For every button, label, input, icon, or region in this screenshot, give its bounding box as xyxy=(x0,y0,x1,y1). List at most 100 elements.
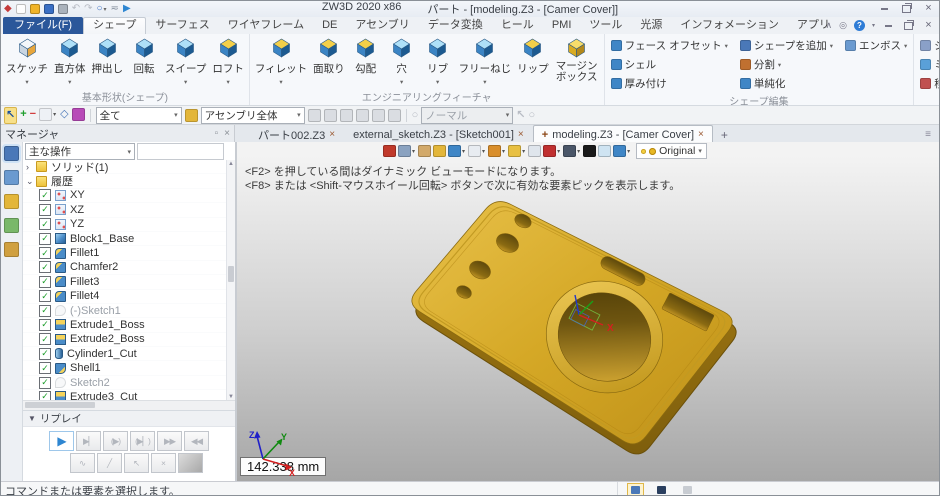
settings-gear-icon[interactable]: ◎ xyxy=(839,21,847,30)
sweep-button[interactable]: スイープ ▾ xyxy=(162,35,209,87)
tree-item[interactable]: ✓ Extrude1_Boss xyxy=(23,318,226,332)
tree-item[interactable]: ✓ YZ xyxy=(23,218,226,232)
replay-play-button[interactable]: ▶ xyxy=(49,431,74,451)
close-button[interactable]: × xyxy=(922,3,935,14)
run-icon[interactable]: ▶ ▾ xyxy=(123,3,131,15)
visual-manager-icon[interactable] xyxy=(4,218,19,233)
add-pick-icon[interactable]: + ▾ xyxy=(20,107,26,122)
tree-item[interactable]: ✓ Cylinder1_Cut xyxy=(23,347,226,361)
tree-checkbox[interactable]: ✓ xyxy=(39,204,51,216)
polygon-pick-icon[interactable]: ◇ ▾ xyxy=(60,107,68,122)
menu-tab-shape[interactable]: シェープ xyxy=(83,17,146,34)
new-tab-button[interactable]: + xyxy=(713,128,736,142)
tree-item[interactable]: ✓ Sketch2 xyxy=(23,376,226,390)
menu-tab-file[interactable]: ファイル(F) xyxy=(3,17,83,34)
viewport[interactable]: ▾ ▾ ▾ ▾ xyxy=(237,142,940,481)
margin-box-button[interactable]: マージン ボックス ▾ xyxy=(552,35,602,84)
replay-pick-button[interactable]: ↖ xyxy=(124,453,149,473)
menu-tab-assembly[interactable]: アセンブリ xyxy=(346,17,418,34)
tree-checkbox[interactable]: ✓ xyxy=(39,305,51,317)
pick-region-icon[interactable]: ▾ xyxy=(39,107,57,122)
doc-restore-button[interactable] xyxy=(902,20,915,31)
help-icon[interactable]: ? xyxy=(854,20,865,31)
tree-item[interactable]: ✓ Fillet4 xyxy=(23,290,226,304)
doc-minimize-button[interactable] xyxy=(882,20,895,31)
add-shape-button[interactable]: シェープを追加 ▾ xyxy=(740,38,833,53)
scrollbar-thumb[interactable] xyxy=(228,266,234,282)
thicken-button[interactable]: 厚み付け ▾ xyxy=(611,76,728,91)
thread-button[interactable]: フリーねじ ▾ xyxy=(456,35,515,87)
revolve-button[interactable]: 回転 ▾ xyxy=(126,35,162,77)
menu-tab-heal[interactable]: ヒール xyxy=(492,17,543,34)
menu-tab-information[interactable]: インフォメーション xyxy=(671,17,787,34)
replay-step-to-button[interactable]: (▶▏) xyxy=(130,431,155,451)
tree-checkbox[interactable]: ✓ xyxy=(39,189,51,201)
help-caret-icon[interactable]: ▾ xyxy=(872,23,875,29)
save-icon[interactable]: ▾ xyxy=(44,3,54,15)
extrude-button[interactable]: 押出し ▾ xyxy=(89,35,127,77)
tab-close-icon[interactable]: × xyxy=(698,129,704,140)
assembly-scope-icon[interactable] xyxy=(185,108,198,123)
menu-tab-tools[interactable]: ツール xyxy=(580,17,631,34)
tree-checkbox[interactable]: ✓ xyxy=(39,247,51,259)
simplify-button[interactable]: 単純化 ▾ xyxy=(740,76,833,91)
model-3d[interactable]: X xyxy=(237,142,940,481)
replay-link-button[interactable]: ∿ xyxy=(70,453,95,473)
pick-filter-combo[interactable]: 全て▾ xyxy=(96,107,182,124)
redo-icon[interactable]: ↷ ▾ xyxy=(84,3,92,15)
manager-close-button[interactable]: × xyxy=(224,129,230,139)
circle-disabled-icon[interactable] xyxy=(308,108,321,123)
tab-close-icon[interactable]: × xyxy=(329,129,335,140)
tree-item[interactable]: ✓ XZ xyxy=(23,203,226,217)
divide-button[interactable]: 分割 ▾ xyxy=(740,57,833,72)
replay-forward-button[interactable]: ▶▶ xyxy=(157,431,182,451)
filter-chart-icon[interactable]: ▾ xyxy=(72,107,85,122)
ruler-panel-icon[interactable] xyxy=(627,483,644,496)
doc-tab-part002[interactable]: パート002.Z3 × xyxy=(249,125,344,142)
inst-state-icon-1[interactable] xyxy=(340,108,353,123)
shell-button[interactable]: シェル ▾ xyxy=(611,57,728,72)
tree-horizontal-scrollbar[interactable] xyxy=(23,400,235,410)
user-manager-icon[interactable] xyxy=(4,242,19,257)
menu-tab-pmi[interactable]: PMI xyxy=(543,17,581,34)
tree-item[interactable]: ✓ Extrude2_Boss xyxy=(23,333,226,347)
doc-tab-external-sketch[interactable]: external_sketch.Z3 - [Sketch001] × xyxy=(344,125,533,142)
inst-state-icon-3[interactable] xyxy=(372,108,385,123)
menu-tab-de[interactable]: DE xyxy=(313,17,346,34)
menu-tab-surface[interactable]: サーフェス xyxy=(146,17,218,34)
tree-item[interactable]: ✓ Fillet1 xyxy=(23,246,226,260)
menu-tab-data-exchange[interactable]: データ変換 xyxy=(419,17,492,34)
menu-tab-light[interactable]: 光源 xyxy=(631,17,671,34)
manager-pin-button[interactable]: ▫ xyxy=(215,129,219,139)
scrollbar-thumb[interactable] xyxy=(25,402,95,408)
tree-checkbox[interactable]: ✓ xyxy=(39,319,51,331)
replay-header[interactable]: ▼ リプレイ xyxy=(23,410,235,427)
view-manager-icon[interactable] xyxy=(4,194,19,209)
tab-list-icon[interactable]: ≡ xyxy=(925,129,931,140)
tree-checkbox[interactable]: ✓ xyxy=(39,233,51,245)
assembly-manager-icon[interactable] xyxy=(4,170,19,185)
monitor-icon[interactable] xyxy=(653,483,670,496)
face-offset-button[interactable]: フェース オフセット ▾ xyxy=(611,38,728,53)
sketch-button[interactable]: スケッチ ▾ xyxy=(3,35,51,87)
loft-button[interactable]: ロフト ▾ xyxy=(209,35,247,87)
tree-checkbox[interactable]: ✓ xyxy=(39,333,51,345)
move-button[interactable]: 移動 ▾ xyxy=(920,76,940,91)
chamfer-button[interactable]: 面取り ▾ xyxy=(310,35,348,77)
tree-item[interactable]: ✓ Fillet3 xyxy=(23,275,226,289)
draft-button[interactable]: 勾配 ▾ xyxy=(348,35,384,77)
tree-item[interactable]: ✓ (-)Sketch1 xyxy=(23,304,226,318)
tree-item[interactable]: ✓ Chamfer2 xyxy=(23,261,226,275)
tree-checkbox[interactable]: ✓ xyxy=(39,362,51,374)
open-file-icon[interactable]: ▾ xyxy=(30,3,40,15)
print-icon[interactable]: ▾ xyxy=(58,3,68,15)
restore-button[interactable] xyxy=(900,3,913,14)
collapse-ribbon-icon[interactable]: ∧ xyxy=(826,21,833,30)
fillet-button[interactable]: フィレット ▾ xyxy=(252,35,310,87)
cursor-disabled-icon[interactable] xyxy=(388,108,401,123)
replay-delete-button[interactable]: × xyxy=(151,453,176,473)
window-icon[interactable] xyxy=(679,483,696,496)
replay-step-button[interactable]: ▶▏ xyxy=(76,431,101,451)
pattern-geometry-button[interactable]: ジオメトリパターン ▾ xyxy=(920,38,940,53)
mirror-geometry-button[interactable]: ミラージオメトリ ▾ xyxy=(920,57,940,72)
